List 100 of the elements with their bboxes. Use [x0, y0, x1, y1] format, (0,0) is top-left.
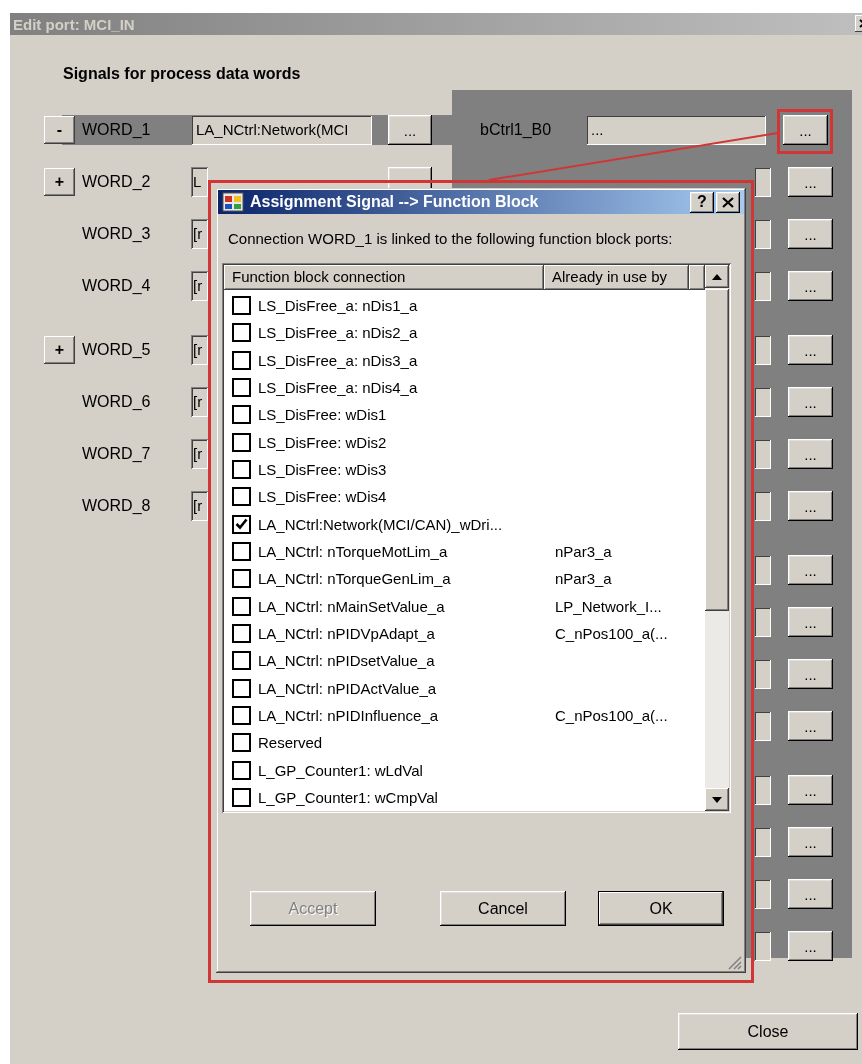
dialog-title: Assignment Signal --> Function Block — [250, 193, 540, 211]
scrollbar-thumb[interactable] — [705, 289, 729, 611]
help-button[interactable]: ? — [690, 191, 714, 213]
checkbox[interactable] — [232, 514, 251, 534]
bit-field[interactable] — [754, 167, 771, 197]
bit-field[interactable] — [754, 271, 771, 301]
checkbox[interactable] — [232, 460, 251, 480]
port-name: LA_NCtrl: nPIDInfluence_a — [258, 707, 440, 725]
bit-field[interactable] — [754, 439, 771, 469]
browse-button[interactable]: ... — [788, 491, 833, 521]
browse-button[interactable]: ... — [788, 607, 833, 637]
expand-toggle-button[interactable]: - — [44, 116, 75, 144]
word-label: WORD_8 — [82, 497, 152, 515]
port-name: LA_NCtrl: nMainSetValue_a — [258, 597, 446, 615]
bit-field[interactable] — [754, 491, 771, 521]
browse-button[interactable]: ... — [788, 387, 833, 417]
checkbox[interactable] — [232, 350, 251, 370]
bit-field[interactable] — [754, 387, 771, 417]
checkbox[interactable] — [232, 596, 251, 616]
bit-field[interactable] — [754, 827, 771, 857]
port-name: LS_DisFree_a: nDis3_a — [258, 351, 419, 369]
checkbox[interactable] — [232, 678, 251, 698]
checkbox[interactable] — [232, 487, 251, 507]
browse-button[interactable]: ... — [783, 115, 828, 145]
up-arrow-icon[interactable] — [712, 273, 722, 280]
checkbox[interactable] — [232, 542, 251, 562]
bit-field[interactable] — [754, 711, 771, 741]
dialog-button[interactable]: Cancel — [440, 891, 566, 926]
checkbox[interactable] — [232, 651, 251, 671]
checkbox[interactable] — [232, 378, 251, 398]
word-label: WORD_3 — [82, 225, 152, 243]
browse-button[interactable]: ... — [388, 115, 432, 145]
signal-field[interactable]: [r — [191, 491, 208, 521]
signal-field[interactable]: L — [191, 167, 208, 197]
window-title: Edit port: MCI_IN — [13, 15, 135, 33]
bit-field[interactable] — [754, 931, 771, 961]
bit-field[interactable] — [754, 219, 771, 249]
browse-button[interactable]: ... — [788, 271, 833, 301]
bit-field[interactable] — [754, 775, 771, 805]
signal-field[interactable]: [r — [191, 335, 208, 365]
port-name: LS_DisFree_a: nDis1_a — [258, 297, 419, 315]
browse-button[interactable]: ... — [788, 931, 833, 961]
resize-grip-icon[interactable] — [726, 954, 742, 970]
checkbox[interactable] — [232, 624, 251, 644]
word-label: WORD_6 — [82, 393, 152, 411]
bit-field[interactable] — [754, 879, 771, 909]
port-name: LA_NCtrl: nTorqueGenLim_a — [258, 570, 452, 588]
port-name: LA_NCtrl: nTorqueMotLim_a — [258, 543, 449, 561]
signal-field[interactable]: [r — [191, 271, 208, 301]
close-button[interactable]: Close — [678, 1013, 858, 1050]
word-label: WORD_5 — [82, 341, 152, 359]
port-name: LS_DisFree_a: nDis4_a — [258, 379, 419, 397]
word-label: WORD_2 — [82, 173, 152, 191]
dialog-button[interactable]: OK — [598, 891, 724, 926]
bit-field[interactable] — [754, 659, 771, 689]
browse-button[interactable]: ... — [788, 335, 833, 365]
checkbox[interactable] — [232, 733, 251, 753]
bit-field[interactable]: ... — [586, 115, 766, 145]
browse-button[interactable]: ... — [788, 879, 833, 909]
checkbox[interactable] — [232, 569, 251, 589]
down-arrow-icon[interactable] — [712, 796, 722, 803]
port-name: Reserved — [258, 734, 324, 752]
column-header[interactable]: Function block connection — [224, 265, 544, 290]
bit-field[interactable] — [754, 555, 771, 585]
message-text: Connection WORD_1 is linked to the following function block ports: — [228, 229, 674, 249]
app-icon — [222, 192, 244, 212]
checkbox[interactable] — [232, 760, 251, 780]
signal-field[interactable]: [r — [191, 387, 208, 417]
signal-field[interactable]: [r — [191, 219, 208, 249]
scrollbar[interactable] — [705, 265, 729, 811]
port-name: LA_NCtrl: nPIDsetValue_a — [258, 652, 436, 670]
expand-toggle-button[interactable]: + — [44, 336, 75, 364]
close-icon[interactable] — [722, 196, 734, 208]
checkbox[interactable] — [232, 432, 251, 452]
checkbox[interactable] — [232, 323, 251, 343]
used-by-text: C_nPos100_a(... — [555, 707, 668, 725]
used-by-text: nPar3_a — [555, 543, 612, 561]
column-header[interactable]: Already in use by — [544, 265, 689, 290]
browse-button[interactable]: ... — [788, 711, 833, 741]
browse-button[interactable]: ... — [788, 827, 833, 857]
browse-button[interactable]: ... — [788, 219, 833, 249]
bit-field[interactable] — [754, 335, 771, 365]
signal-field[interactable]: [r — [191, 439, 208, 469]
checkbox[interactable] — [232, 706, 251, 726]
browse-button[interactable]: ... — [788, 659, 833, 689]
expand-toggle-button[interactable]: + — [44, 168, 75, 196]
browse-button[interactable]: ... — [788, 775, 833, 805]
signal-field[interactable]: LA_NCtrl:Network(MCI — [191, 115, 372, 145]
checkbox[interactable] — [232, 788, 251, 808]
port-name: L_GP_Counter1: wLdVal — [258, 761, 424, 779]
checkbox[interactable] — [232, 405, 251, 425]
bit-field[interactable] — [754, 607, 771, 637]
word-label: WORD_4 — [82, 277, 152, 295]
browse-button[interactable]: ... — [788, 167, 833, 197]
browse-button[interactable]: ... — [788, 439, 833, 469]
close-button[interactable] — [716, 191, 740, 213]
browse-button[interactable]: ... — [788, 555, 833, 585]
port-name: LS_DisFree: wDis4 — [258, 488, 388, 506]
section-heading: Signals for process data words — [63, 64, 301, 84]
checkbox[interactable] — [232, 296, 251, 316]
